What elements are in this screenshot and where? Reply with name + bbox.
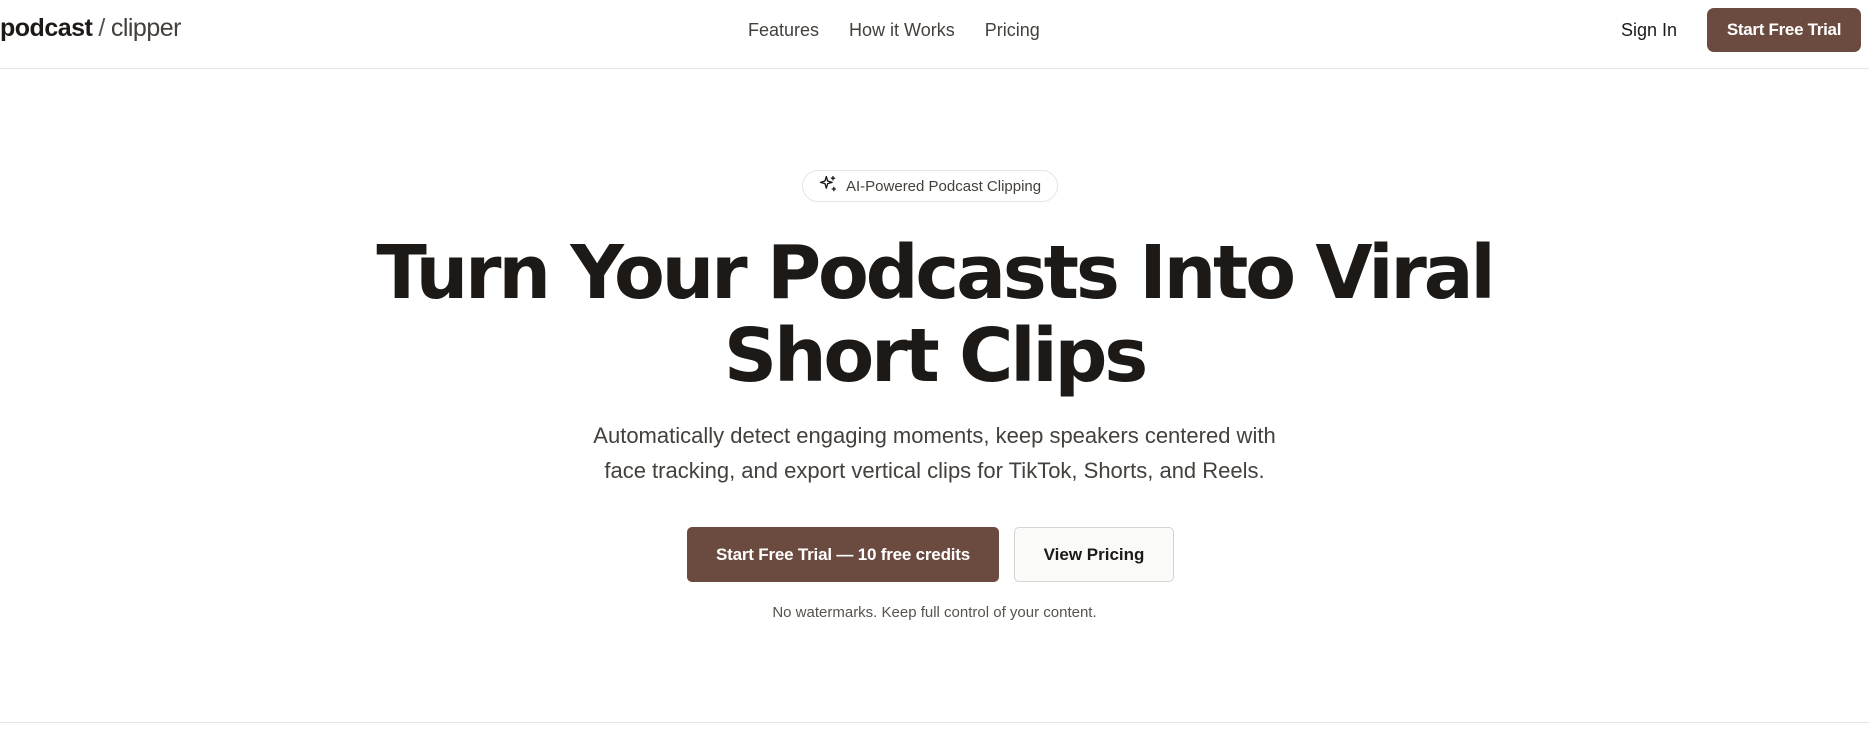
view-pricing-button[interactable]: View Pricing [1014,527,1174,582]
landing-page: podcast / clipper Features How it Works … [0,0,1869,732]
start-free-trial-button[interactable]: Start Free Trial — 10 free credits [687,527,999,582]
hero-subheading: Automatically detect engaging moments, k… [560,418,1309,488]
main-nav: Features How it Works Pricing [748,20,1040,41]
nav-pricing[interactable]: Pricing [985,20,1040,41]
badge-label: AI-Powered Podcast Clipping [846,177,1042,195]
subhead-line-2: face tracking, and export vertical clips… [604,458,1265,483]
ai-badge: AI-Powered Podcast Clipping [802,170,1058,202]
logo-primary: podcast [0,14,93,42]
nav-features[interactable]: Features [748,20,819,41]
logo-separator: / [98,14,105,42]
top-header: podcast / clipper Features How it Works … [0,0,1869,69]
sign-in-link[interactable]: Sign In [1621,20,1677,41]
hero-headline: Turn Your Podcasts Into Viral Short Clip… [0,232,1869,398]
hero-note: No watermarks. Keep full control of your… [772,604,1097,621]
headline-line-1: Turn Your Podcasts Into Viral [376,230,1495,316]
logo-secondary: clipper [110,14,182,42]
nav-how-it-works[interactable]: How it Works [849,20,955,41]
sparkles-icon [818,174,838,198]
subhead-line-1: Automatically detect engaging moments, k… [593,423,1276,448]
logo[interactable]: podcast / clipper [0,14,181,48]
headline-line-2: Short Clips [723,313,1149,399]
header-start-trial-button[interactable]: Start Free Trial [1707,8,1861,52]
section-divider [0,722,1869,723]
